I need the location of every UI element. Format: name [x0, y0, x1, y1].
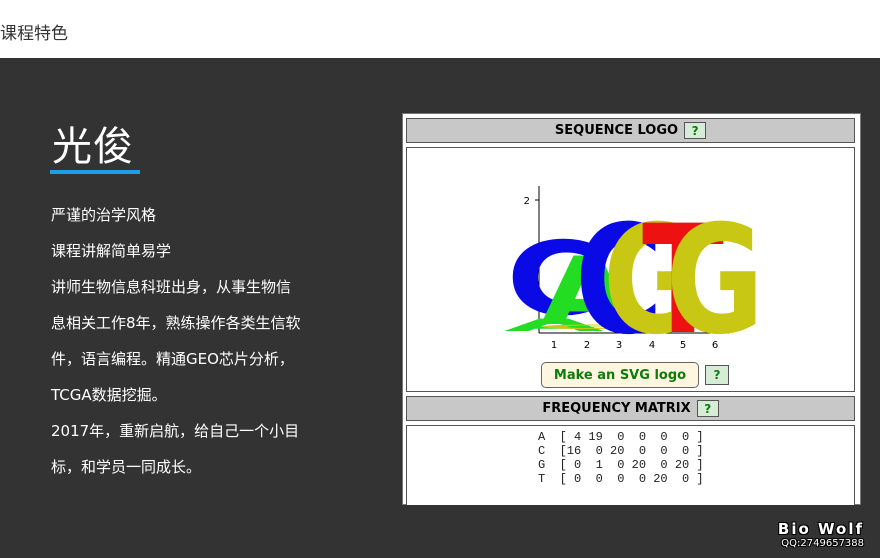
weblogo-screenshot: SEQUENCE LOGO ? 2 1 A C G A C G T G 1 2 …	[402, 113, 861, 505]
desc-line-2: 课程讲解简单易学	[51, 242, 172, 260]
logo-x-label-2: 2	[584, 340, 590, 351]
frequency-matrix-header: FREQUENCY MATRIX ?	[406, 396, 855, 421]
sequence-logo-chart: 2 1 A C G A C G T G 1 2 3 4 5 6	[504, 186, 765, 368]
logo-help-button[interactable]: ?	[684, 122, 707, 139]
desc-line-4: 息相关工作8年，熟练操作各类生信软	[51, 314, 301, 332]
watermark-qq: QQ:2749657388	[781, 538, 864, 549]
logo-x-label-1: 1	[551, 340, 557, 351]
logo-letter-pos6-g: G	[666, 194, 765, 358]
desc-line-5: 件，语言编程。精通GEO芯片分析，	[51, 350, 294, 368]
logo-y-label-2: 2	[524, 196, 530, 207]
desc-line-1: 严谨的治学风格	[51, 206, 157, 224]
matrix-row-t: T [ 0 0 0 0 20 0 ]	[538, 472, 704, 486]
matrix-row-a: A [ 4 19 0 0 0 0 ]	[538, 430, 704, 444]
desc-line-6: TCGA数据挖掘。	[51, 386, 167, 404]
sequence-logo-title: SEQUENCE LOGO	[554, 123, 679, 138]
logo-x-label-4: 4	[649, 340, 655, 351]
matrix-row-g: G [ 0 1 0 20 0 20 ]	[538, 458, 704, 472]
section-title: 课程特色	[0, 24, 68, 44]
svg-help-button[interactable]: ?	[705, 365, 729, 385]
frequency-matrix-panel: A [ 4 19 0 0 0 0 ] C [16 0 20 0 0 0 ] G …	[406, 425, 855, 505]
desc-line-3: 讲师生物信息科班出身，从事生物信	[51, 278, 292, 296]
watermark-brand: Bio Wolf	[777, 520, 864, 538]
make-svg-logo-button[interactable]: Make an SVG logo	[541, 362, 699, 388]
desc-line-7: 2017年，重新启航，给自己一个小目	[51, 422, 300, 440]
matrix-help-button[interactable]: ?	[696, 400, 719, 417]
logo-x-label-3: 3	[616, 340, 622, 351]
sequence-logo-header: SEQUENCE LOGO ?	[406, 118, 855, 143]
sequence-logo-panel: 2 1 A C G A C G T G 1 2 3 4 5 6 Make an …	[406, 147, 855, 392]
instructor-name: 光俊	[52, 124, 134, 170]
logo-x-label-6: 6	[712, 340, 718, 351]
top-bar: 课程特色	[0, 0, 880, 58]
logo-x-label-5: 5	[680, 340, 686, 351]
watermark: Bio Wolf QQ:2749657388	[778, 520, 864, 549]
matrix-row-c: C [16 0 20 0 0 0 ]	[538, 444, 704, 458]
name-underline	[50, 170, 140, 174]
desc-line-8: 标，和学员一同成长。	[51, 458, 202, 476]
frequency-matrix-title: FREQUENCY MATRIX	[542, 401, 691, 416]
